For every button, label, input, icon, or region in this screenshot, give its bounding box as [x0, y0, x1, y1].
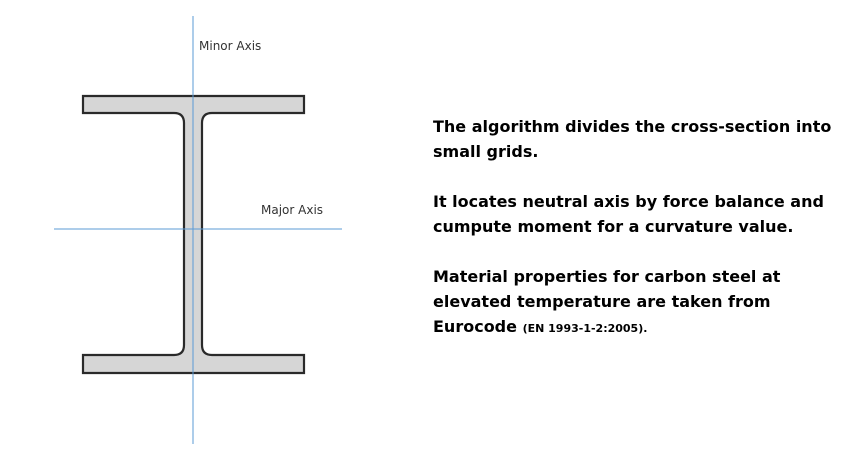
major-axis-label: Major Axis: [261, 203, 323, 217]
eurocode-reference: (EN 1993-1-2:2005).: [522, 322, 648, 335]
description-paragraph-neutral-axis: It locates neutral axis by force balance…: [433, 192, 824, 236]
description-paragraph-material: Material properties for carbon steel at …: [433, 264, 853, 341]
description-paragraph-grid: The algorithm divides the cross-section …: [433, 117, 832, 161]
description-text-block: The algorithm divides the cross-section …: [433, 114, 853, 341]
minor-axis-label: Minor Axis: [199, 39, 261, 53]
